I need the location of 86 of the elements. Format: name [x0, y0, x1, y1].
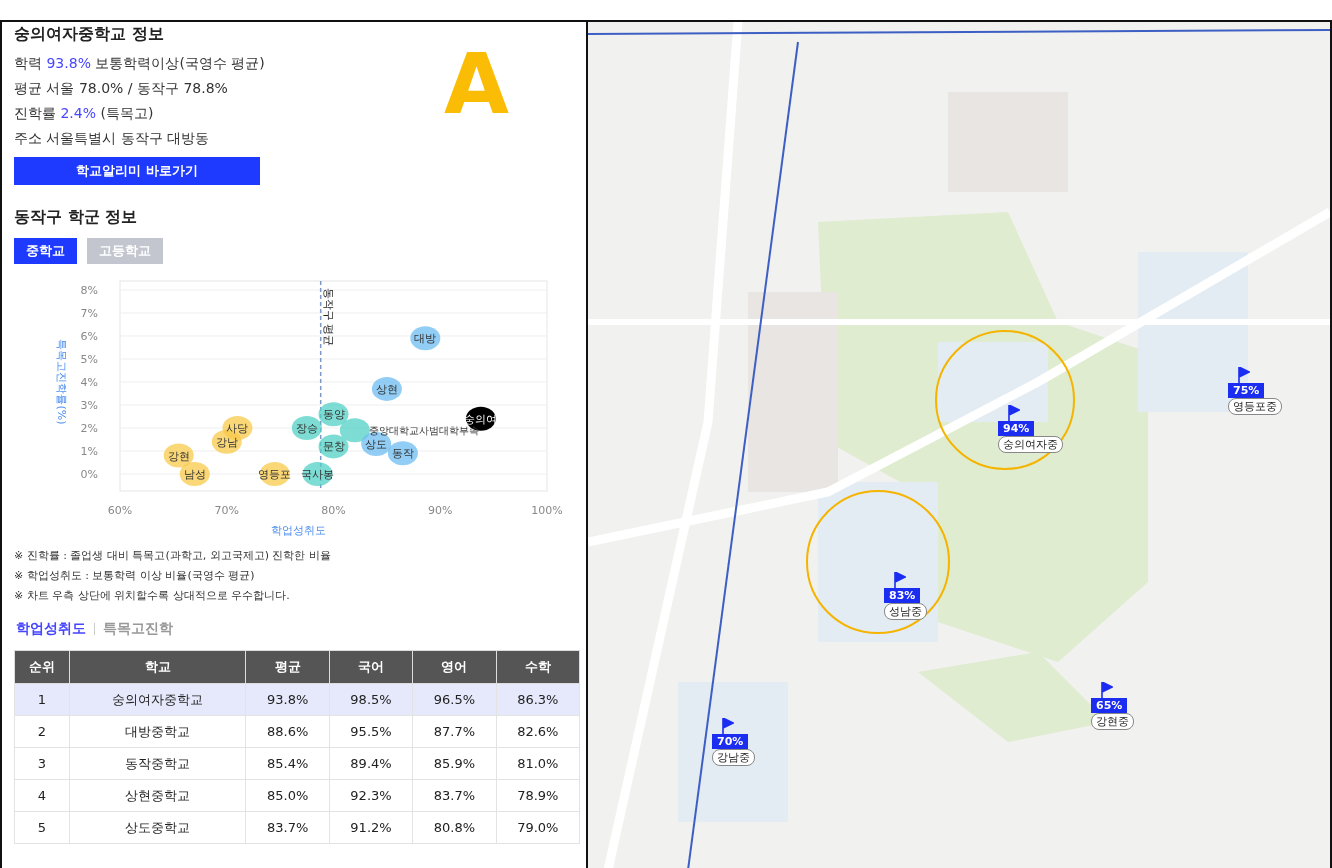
column-header: 영어	[412, 650, 497, 684]
table-cell: 81.0%	[496, 747, 580, 780]
bubble-label: 국사봉	[301, 468, 334, 481]
footnote: ※ 차트 우측 상단에 위치할수록 상대적으로 우수합니다.	[14, 588, 291, 604]
table-cell: 상도중학교	[69, 811, 246, 844]
table-cell: 4	[14, 779, 70, 812]
bubble-label: 중앙대학교사범대학부속	[368, 425, 479, 437]
column-header: 국어	[329, 650, 413, 684]
info-line: 주소 서울특별시 동작구 대방동	[14, 129, 211, 148]
table-cell: 3	[14, 747, 70, 780]
bubble-label: 문창	[322, 440, 345, 454]
table-cell: 91.2%	[329, 811, 413, 844]
table-cell: 86.3%	[496, 683, 580, 716]
axis-tick-label: 100%	[531, 504, 563, 517]
table-cell: 숭의여자중학교	[69, 683, 246, 716]
bubble-label: 남성	[183, 468, 206, 481]
table-cell: 96.5%	[412, 683, 497, 716]
axis-tick-label: 60%	[107, 504, 133, 517]
table-cell: 93.8%	[245, 683, 330, 716]
school-name-label[interactable]: 숭의여자중	[998, 436, 1063, 453]
table-cell: 1	[14, 683, 70, 716]
info-line: 학력 93.8% 보통학력이상(국영수 평균)	[14, 54, 266, 73]
bubble-label: 사당	[226, 422, 249, 435]
table-tab[interactable]: 학업성취도	[16, 620, 86, 638]
axis-tick-label: 3%	[80, 399, 98, 412]
table-cell: 5	[14, 811, 70, 844]
highlighted-row[interactable]: 1 숭의여자중학교 93.8% 98.5% 96.5% 86.3%	[14, 683, 580, 716]
school-name-label[interactable]: 강현중	[1091, 713, 1134, 730]
column-header: 순위	[14, 650, 70, 684]
axis-tick-label: 2%	[80, 422, 98, 435]
bubble-label: 장승	[295, 422, 318, 435]
bubble-label: 동작	[391, 447, 414, 461]
info-line: 진학률 2.4% (특목고)	[14, 104, 155, 123]
axis-tick-label: 6%	[80, 329, 98, 343]
axis-tick-label: 90%	[428, 504, 453, 517]
average-label: 동작구 평균	[321, 288, 335, 347]
level-tab[interactable]: 중학교	[14, 238, 77, 264]
bubble-label: 강현	[167, 449, 190, 463]
axis-tick-label: 1%	[80, 445, 98, 458]
table-cell: 2	[14, 715, 70, 748]
bubble-label: 동양	[322, 408, 345, 422]
table-cell: 동작중학교	[69, 747, 246, 780]
table-cell: 92.3%	[329, 779, 413, 812]
table-cell: 85.4%	[245, 747, 330, 780]
axis-tick-label: 0%	[80, 468, 98, 481]
table-cell: 98.5%	[329, 683, 413, 716]
table-cell: 80.8%	[412, 811, 497, 844]
bubble-label: 대방	[414, 332, 437, 346]
column-header: 수학	[496, 650, 580, 684]
axis-title: 학업성취도	[271, 524, 326, 537]
table-cell: 95.5%	[329, 715, 413, 748]
section-title: 동작구 학군 정보	[14, 207, 139, 228]
column-header: 학교	[69, 650, 246, 684]
section-title: 숭의여자중학교 정보	[14, 24, 165, 45]
bubble-label: 강남	[215, 435, 238, 449]
annotation-letter: A	[444, 42, 509, 128]
axis-tick-label: 8%	[80, 283, 98, 297]
axis-tick-label: 5%	[80, 352, 98, 366]
info-line: 평균 서울 78.0% / 동작구 78.8%	[14, 79, 229, 98]
table-cell: 대방중학교	[69, 715, 246, 748]
axis-tick-label: 7%	[80, 306, 98, 320]
school-name-label[interactable]: 영등포중	[1228, 398, 1282, 415]
school-link-button[interactable]: 학교알리미 바로가기	[14, 157, 260, 185]
bubble-label: 상도	[365, 438, 388, 452]
axis-tick-label: 80%	[321, 504, 346, 517]
axis-tick-label: 70%	[214, 504, 239, 517]
table-cell: 82.6%	[496, 715, 580, 748]
table-cell: 89.4%	[329, 747, 413, 780]
axis-title: 특목고진학률(%)	[55, 339, 68, 425]
school-name-label[interactable]: 강남중	[712, 749, 755, 766]
table-cell: 88.6%	[245, 715, 330, 748]
table-cell: 78.9%	[496, 779, 580, 812]
column-header: 평균	[245, 650, 330, 684]
table-cell: 85.9%	[412, 747, 497, 780]
table-cell: 상현중학교	[69, 779, 246, 812]
school-name-label[interactable]: 성남중	[884, 603, 927, 620]
table-cell: 83.7%	[412, 779, 497, 812]
footnote: ※ 학업성취도 : 보통학력 이상 비율(국영수 평균)	[14, 568, 256, 584]
footnote: ※ 진학률 : 졸업생 대비 특목고(과학고, 외고국제고) 진학한 비율	[14, 548, 332, 564]
bubble-label: 상현	[375, 382, 398, 396]
table-cell: 83.7%	[245, 811, 330, 844]
axis-tick-label: 4%	[80, 375, 98, 389]
table-cell: 85.0%	[245, 779, 330, 812]
table-cell: 79.0%	[496, 811, 580, 844]
table-cell: 87.7%	[412, 715, 497, 748]
bubble-label: 영등포	[258, 468, 292, 481]
